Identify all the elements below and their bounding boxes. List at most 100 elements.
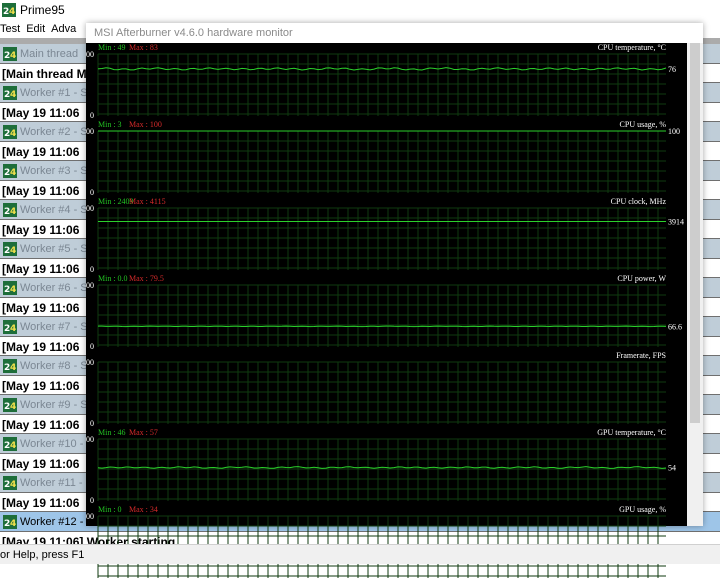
monitor-graph[interactable]: 200 0 Min : 0.0Max : 79.5 CPU power, W 66.6 [86,274,687,351]
y-axis-min-label: 0 [90,188,94,197]
prime95-worker-icon: 24 [3,358,17,373]
menu-advanced[interactable]: Adva [51,23,82,35]
svg-text:4: 4 [10,480,16,490]
worker-output-line: [May 19 11:06 [2,457,80,471]
prime95-titlebar: 2 4 Prime95 [0,0,720,20]
prime95-worker-icon: 24 [3,319,17,334]
series-line [97,67,667,71]
prime95-worker-icon: 24 [3,124,17,139]
monitor-graph[interactable]: 100 0 Min : 46Max : 57 GPU temperature, °C 5… [86,428,687,505]
graph-min-label: Min : 0 [98,505,122,514]
y-axis-max-label: 100 [86,512,94,521]
menu-test[interactable]: Test [0,23,26,35]
graph-canvas: 1000Min : 3Max : 100CPU usage, %100 [86,120,680,197]
prime95-worker-icon: 24 [3,46,17,61]
y-axis-min-label: 0 [90,496,94,505]
monitor-graph[interactable]: 1000Min : 3Max : 100CPU usage, %100 [86,120,687,197]
y-axis-max-label: 100 [86,127,94,136]
graph-canvas: 100 0 Min : 49Max : 83 CPU temperature, °C 7… [86,43,676,120]
current-value-label: 76 [668,65,676,74]
worker-title-label: Worker #4 - S [20,203,88,216]
worker-output-line: [May 19 11:06 [2,145,80,159]
window-title: Prime95 [20,3,65,17]
graph-max-label: Max : 83 [129,43,158,52]
worker-output-line: [May 19 11:06 [2,496,80,510]
y-axis-max-label: 5000 [86,204,94,213]
worker-title-label: Worker #12 - S [20,515,94,528]
worker-title-label: Worker #11 - [20,476,83,489]
graph-max-label: Max : 34 [129,505,158,514]
svg-text:4: 4 [10,129,16,139]
current-value-label: 3914 [668,218,684,227]
afterburner-titlebar[interactable]: MSI Afterburner v4.6.0 hardware monitor [86,23,703,43]
worker-output-line: [May 19 11:06 [2,106,80,120]
svg-text:4: 4 [10,519,16,529]
worker-title-label: Worker #5 - S [20,242,88,255]
svg-text:4: 4 [10,51,16,61]
afterburner-scrollbar[interactable] [687,43,703,526]
graph-min-label: Min : 0.0 [98,274,128,283]
svg-text:4: 4 [10,324,16,334]
worker-title-label: Worker #7 - S [20,320,88,333]
worker-title-label: Worker #10 - [20,437,84,450]
scrollbar-thumb[interactable] [690,43,700,423]
prime95-app-icon: 2 4 [2,3,16,17]
prime95-worker-icon: 24 [3,280,17,295]
statusbar: or Help, press F1 [0,544,720,564]
y-axis-max-label: 100 [86,50,94,59]
current-value-label: 100 [668,127,680,136]
afterburner-window[interactable]: MSI Afterburner v4.6.0 hardware monitor … [86,23,703,578]
svg-text:4: 4 [10,285,16,295]
y-axis-min-label: 0 [90,342,94,351]
graph-max-label: Max : 79.5 [129,274,164,283]
worker-title-label: Worker #2 - S [20,125,88,138]
worker-output-line: [May 19 11:06 [2,301,80,315]
graph-title: Framerate, FPS [616,351,666,360]
graph-max-label: Max : 57 [129,428,158,437]
current-value-label: 66.6 [668,322,682,331]
graph-min-label: Min : 46 [98,428,126,437]
prime95-worker-icon: 24 [3,85,17,100]
graph-canvas: 100 0 Min : 46Max : 57 GPU temperature, °C 5… [86,428,676,505]
worker-output-line: [May 19 11:06 [2,223,80,237]
prime95-worker-icon: 24 [3,475,17,490]
prime95-worker-icon: 24 [3,514,17,529]
prime95-worker-icon: 24 [3,241,17,256]
monitor-graph[interactable]: 100 0 Min : 49Max : 83 CPU temperature, °C 7… [86,43,687,120]
worker-output-line: [May 19 11:06 [2,418,80,432]
worker-title-label: Worker #6 - S [20,281,88,294]
prime95-worker-icon: 24 [3,163,17,178]
afterburner-graph-area[interactable]: 100 0 Min : 49Max : 83 CPU temperature, °C 7… [86,43,687,578]
worker-title-label: Main thread [20,47,79,60]
graph-title: CPU temperature, °C [598,43,666,52]
graph-title: GPU temperature, °C [597,428,666,437]
graph-title: CPU power, W [617,274,666,283]
y-axis-min-label: 0 [90,111,94,120]
y-axis-max-label: 200 [86,281,94,290]
monitor-graph[interactable]: 200 0 Framerate, FPS [86,351,687,428]
worker-title-label: Worker #9 - S [20,398,88,411]
graph-min-label: Min : 3 [98,120,122,129]
graph-canvas: 50000Min : 2409Max : 4115CPU clock, MHz3… [86,197,684,274]
graph-title: CPU usage, % [620,120,667,129]
menu-edit[interactable]: Edit [26,23,51,35]
graph-max-label: Max : 4115 [129,197,166,206]
graph-title: CPU clock, MHz [611,197,667,206]
svg-text:4: 4 [10,441,16,451]
svg-text:4: 4 [10,246,16,256]
svg-text:4: 4 [10,90,16,100]
worker-output-line: [May 19 11:06 [2,262,80,276]
prime95-worker-icon: 24 [3,397,17,412]
afterburner-title: MSI Afterburner v4.6.0 hardware monitor [94,27,293,39]
svg-text:4: 4 [10,363,16,373]
y-axis-max-label: 200 [86,358,94,367]
worker-title-label: Worker #3 - S [20,164,88,177]
monitor-graph[interactable]: 50000Min : 2409Max : 4115CPU clock, MHz3… [86,197,687,274]
worker-output-line: [May 19 11:06 [2,379,80,393]
worker-output-line: [Main thread M [2,67,87,81]
y-axis-max-label: 100 [86,435,94,444]
worker-title-label: Worker #8 - S [20,359,88,372]
svg-text:4: 4 [10,402,16,412]
graph-min-label: Min : 49 [98,43,126,52]
prime95-worker-icon: 24 [3,202,17,217]
